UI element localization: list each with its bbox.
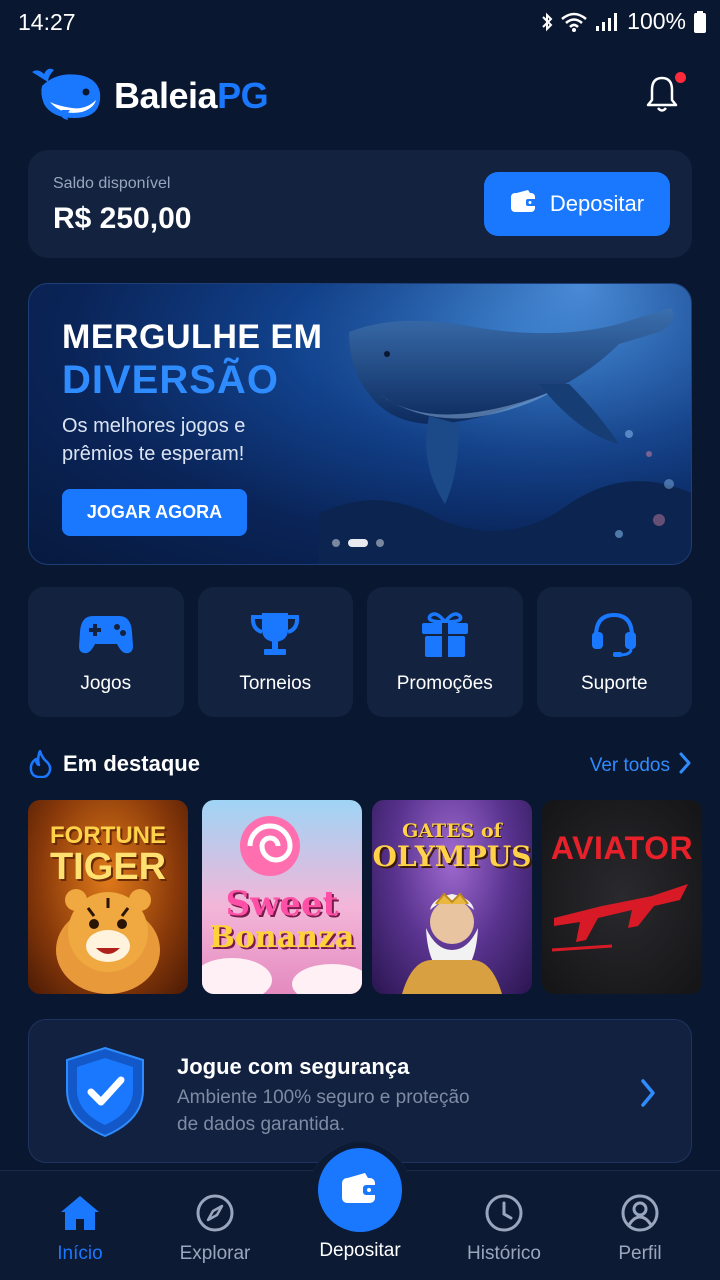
play-now-button[interactable]: JOGAR AGORA [62,489,247,536]
game-title-line2: Bonanza [209,920,355,955]
status-icons: 100% [541,8,706,35]
featured-games: FORTUNE TIGER Sweet Bonanza GATES of OLY… [28,800,720,994]
nav-label: Perfil [618,1243,662,1264]
quick-action-support[interactable]: Suporte [536,587,692,717]
featured-header: Em destaque Ver todos [28,748,692,782]
gamepad-icon [78,609,134,659]
user-icon [620,1193,660,1233]
wifi-icon [561,12,587,32]
nav-profile[interactable]: Perfil [575,1171,705,1280]
app-header: BaleiaPG [28,62,692,128]
chevron-right-icon [678,752,692,780]
carousel-dot-active[interactable] [348,539,368,547]
game-title-line1: AVIATOR [550,830,694,866]
nav-label: Histórico [467,1243,541,1264]
game-title-line1: GATES of [402,820,502,842]
section-title: Em destaque [63,751,200,776]
bell-icon [644,76,680,118]
brand-logo[interactable]: BaleiaPG [28,64,269,127]
brand-name-part2: PG [217,74,269,116]
nav-label: Explorar [179,1243,251,1264]
balance-card: Saldo disponível R$ 250,00 Depositar [28,150,692,258]
shield-check-icon [61,1044,149,1145]
fire-icon [28,749,52,783]
battery-level: 100% [627,8,686,34]
hero-subtitle: Os melhores jogos e prêmios te esperam! [62,415,246,465]
battery-icon [694,10,706,33]
trophy-icon [247,609,303,659]
game-title-line1: Sweet [225,884,339,924]
hero-title-line2: DIVERSÃO [62,358,279,402]
notification-badge [675,72,686,83]
hero-banner[interactable]: MERGULHE EM DIVERSÃO Os melhores jogos e… [28,283,692,565]
quick-action-label: Suporte [580,673,648,694]
carousel-dot[interactable] [332,539,340,547]
balance-value: R$ 250,00 [53,202,192,235]
see-all-link[interactable]: Ver todos [590,752,692,780]
status-bar: 14:27 100% [0,0,720,46]
deposit-button[interactable]: Depositar [484,172,670,236]
nav-explore[interactable]: Explorar [150,1171,280,1280]
quick-action-label: Torneios [239,673,312,694]
nav-home[interactable]: Início [15,1171,145,1280]
clock-icon [484,1193,524,1233]
home-icon [59,1193,101,1233]
nav-deposit-button[interactable] [318,1148,402,1232]
quick-actions: Jogos Torneios Promoções Suporte [28,587,692,717]
balance-label: Saldo disponível [53,175,171,192]
wallet-icon [341,1172,379,1209]
bluetooth-icon [541,12,553,32]
whale-logo-icon [28,64,106,127]
chevron-right-icon [639,1078,657,1113]
nav-deposit-label: Depositar [319,1240,401,1261]
game-title-line2: TIGER [49,846,167,888]
game-card-aviator[interactable]: AVIATOR [542,800,702,994]
nav-history[interactable]: Histórico [439,1171,569,1280]
see-all-label: Ver todos [589,755,670,776]
status-time: 14:27 [18,9,76,35]
carousel-dots [332,539,384,547]
quick-action-label: Promoções [396,673,493,694]
security-title: Jogue com segurança [177,1054,410,1079]
quick-action-tournaments[interactable]: Torneios [197,587,353,717]
quick-action-promotions[interactable]: Promoções [367,587,523,717]
gift-icon [417,609,473,659]
game-card-fortune-tiger[interactable]: FORTUNE TIGER [28,800,188,994]
notifications-button[interactable] [644,72,686,118]
headset-icon [586,609,642,659]
carousel-dot[interactable] [376,539,384,547]
compass-icon [195,1193,235,1233]
hero-title-line1: MERGULHE EM [62,318,323,356]
game-card-gates-of-olympus[interactable]: GATES of OLYMPUS [372,800,532,994]
quick-action-games[interactable]: Jogos [28,587,184,717]
security-description: Ambiente 100% seguro e proteção de dados… [177,1087,470,1135]
game-title-line2: OLYMPUS [372,840,532,873]
deposit-button-label: Depositar [549,191,645,216]
game-card-sweet-bonanza[interactable]: Sweet Bonanza [202,800,362,994]
signal-icon [595,12,619,32]
brand-name-part1: Baleia [114,74,218,116]
nav-label: Início [57,1243,103,1264]
whale-illustration [319,284,691,564]
brand-name: BaleiaPG [114,74,269,117]
wallet-icon [510,189,538,219]
quick-action-label: Jogos [80,673,132,694]
